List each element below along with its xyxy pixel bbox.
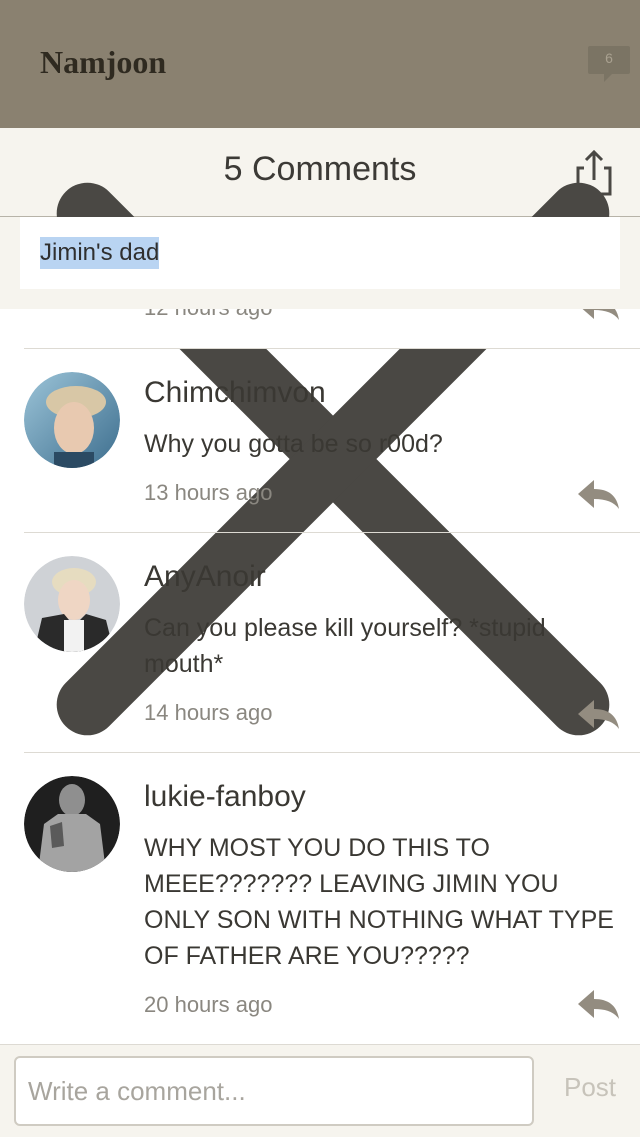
reply-icon[interactable] xyxy=(576,698,620,730)
comment-input[interactable] xyxy=(14,1056,534,1126)
selected-text[interactable]: Jimin's dad xyxy=(40,237,160,269)
comment-time: 20 hours ago xyxy=(144,992,273,1017)
comment-author[interactable]: AnyAnoir xyxy=(144,560,266,594)
comment-author[interactable]: lukie-fanboy xyxy=(144,780,306,814)
comment-time: 12 hours ago xyxy=(144,309,272,321)
divider xyxy=(24,348,640,349)
avatar xyxy=(24,372,120,468)
post-button[interactable]: Post xyxy=(552,1072,628,1103)
share-icon[interactable] xyxy=(574,148,614,198)
reply-icon[interactable] xyxy=(576,309,620,321)
reply-icon[interactable] xyxy=(576,988,620,1020)
notification-count: 6 xyxy=(605,50,613,66)
partial-comment: 12 hours ago xyxy=(0,309,640,349)
comment-time: 13 hours ago xyxy=(144,480,273,505)
avatar xyxy=(24,776,120,872)
comments-count-title: 5 Comments xyxy=(223,150,417,188)
divider xyxy=(24,752,640,753)
reply-icon[interactable] xyxy=(576,478,620,510)
comment-text: Why you gotta be so r00d? xyxy=(144,430,443,458)
avatar xyxy=(24,556,120,652)
comment-author[interactable]: Chimchimvon xyxy=(144,376,326,410)
divider xyxy=(24,532,640,533)
profile-name: Namjoon xyxy=(40,44,167,80)
top-bar: Namjoon 6 xyxy=(0,0,640,128)
comment-time: 14 hours ago xyxy=(144,700,273,725)
comment-text: Can you please kill yourself? *stupid mo… xyxy=(144,614,546,678)
comment-text: WHY MOST YOU DO THIS TO MEEE??????? LEAV… xyxy=(144,834,614,970)
